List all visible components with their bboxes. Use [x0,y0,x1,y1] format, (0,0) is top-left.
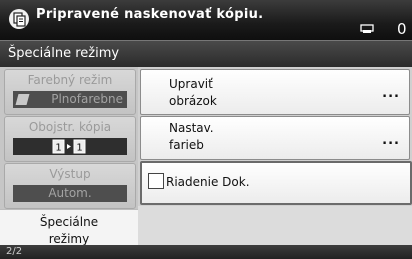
color-adjust-label-line1: Nastav. [169,121,214,135]
page-indicator-bar: 2/2 [0,245,412,259]
screen-title-bar: Špeciálne režimy [0,40,412,67]
special-modes-tab-line1: Špeciálne [39,215,99,229]
copy-count: 0 [397,20,407,38]
screen-title: Špeciálne režimy [8,46,120,61]
output-label: Výstup [49,167,91,181]
color-adjust-label-line2: farieb [169,138,204,152]
document-control-checkbox[interactable] [148,173,164,189]
svg-text:1: 1 [76,143,82,154]
image-edit-button[interactable]: Upraviť obrázok ... [140,69,410,115]
empty-panel-area [138,206,412,245]
special-modes-panel: Upraviť obrázok ... Nastav. farieb ... R… [138,67,412,245]
status-message: Pripravené naskenovať kópiu. [36,7,264,22]
status-bar: Pripravené naskenovať kópiu. 0 [0,0,412,40]
image-edit-label-line1: Upraviť [169,77,213,91]
document-control-label: Riadenie Dok. [166,175,250,189]
output-button[interactable]: Výstup Autom. [4,163,136,209]
image-edit-label-line2: obrázok [169,94,217,108]
copy-document-icon [9,9,29,29]
one-to-one-sided-icon: 1 1 [52,139,86,154]
paper-tray-icon [360,24,374,33]
duplex-copy-button[interactable]: Obojstr. kópia 1 1 [4,116,136,162]
color-adjust-button[interactable]: Nastav. farieb ... [140,116,410,160]
copier-screen: Pripravené naskenovať kópiu. 0 Špeciálne… [0,0,412,259]
color-mode-value: Plnofarebne [51,92,123,106]
duplex-value-box: 1 1 [13,138,127,155]
special-modes-tab[interactable]: Špeciálne režimy [0,209,138,246]
color-mode-button[interactable]: Farebný režim Plnofarebne [4,69,136,115]
duplex-label: Obojstr. kópia [28,120,112,134]
color-mode-label: Farebný režim [27,73,113,87]
more-options-icon: ... [382,133,400,148]
page-indicator: 2/2 [6,246,23,257]
document-control-button[interactable]: Riadenie Dok. [140,161,412,205]
left-settings-column: Farebný režim Plnofarebne Obojstr. kópia… [0,67,138,246]
color-swatch-icon [15,94,30,105]
color-mode-value-box: Plnofarebne [13,91,127,108]
more-options-icon: ... [382,86,400,101]
svg-text:1: 1 [55,143,61,154]
output-value: Autom. [13,185,127,202]
